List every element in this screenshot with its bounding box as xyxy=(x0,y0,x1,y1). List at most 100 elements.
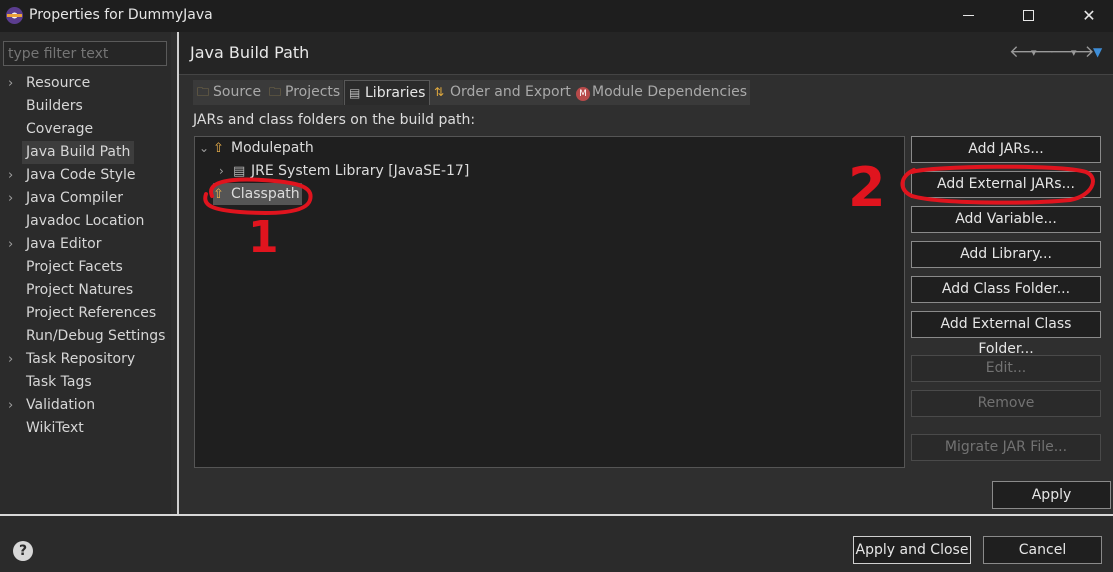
migrate-jar-button[interactable]: Migrate JAR File... xyxy=(911,434,1101,461)
view-menu-icon[interactable]: ▼ xyxy=(1093,45,1102,59)
chevron-right-icon[interactable]: › xyxy=(219,160,233,182)
apply-button[interactable]: Apply xyxy=(992,481,1111,509)
build-path-tree[interactable]: ⌄ ⇧ Modulepath › ▤ JRE System Library [JavaS… xyxy=(194,136,905,468)
help-icon[interactable]: ? xyxy=(13,541,33,561)
nav-item-label: Project References xyxy=(26,305,157,321)
tab-label: Order and Export xyxy=(450,84,571,100)
chevron-right-icon[interactable]: › xyxy=(8,164,20,187)
tree-node-label: Classpath xyxy=(231,186,300,202)
tree-node-jre-system-library[interactable]: › ▤ JRE System Library [JavaSE-17] xyxy=(219,160,469,182)
nav-item-label: WikiText xyxy=(26,420,84,436)
nav-item-label: Project Natures xyxy=(26,282,134,298)
nav-item-run-debug-settings[interactable]: Run/Debug Settings xyxy=(0,325,171,348)
navigation-pane: › Resource Builders Coverage Java Build Path… xyxy=(0,32,171,514)
nav-item-validation[interactable]: › Validation xyxy=(0,394,171,417)
chevron-down-icon[interactable]: ⌄ xyxy=(199,137,213,159)
tab-projects[interactable]: 🗀 Projects xyxy=(265,80,343,105)
nav-item-task-tags[interactable]: Task Tags xyxy=(0,371,171,394)
nav-item-java-compiler[interactable]: › Java Compiler xyxy=(0,187,171,210)
nav-item-label: Task Repository xyxy=(26,351,136,367)
chevron-right-icon[interactable]: › xyxy=(8,348,20,371)
chevron-right-icon[interactable]: › xyxy=(8,233,20,256)
nav-item-label: Run/Debug Settings xyxy=(26,328,166,344)
nav-item-label: Java Build Path xyxy=(22,141,135,164)
nav-item-label: Task Tags xyxy=(26,374,92,390)
tab-label: Module Dependencies xyxy=(592,84,747,100)
add-variable-button[interactable]: Add Variable... xyxy=(911,206,1101,233)
nav-item-label: Java Compiler xyxy=(26,190,124,206)
tab-source[interactable]: 🗀 Source xyxy=(193,80,265,105)
library-icon: ▤ xyxy=(233,164,246,179)
close-icon: ✕ xyxy=(1082,6,1096,25)
nav-item-coverage[interactable]: Coverage xyxy=(0,118,171,141)
page-title: Java Build Path xyxy=(190,43,310,62)
apply-and-close-button[interactable]: Apply and Close xyxy=(853,536,971,564)
chevron-right-icon[interactable]: › xyxy=(8,72,20,95)
nav-item-label: Java Code Style xyxy=(26,167,136,183)
section-label: JARs and class folders on the build path… xyxy=(193,112,476,128)
tab-module-dependencies[interactable]: M Module Dependencies xyxy=(572,80,750,105)
tab-bar: 🗀 Source 🗀 Projects ▤ Libraries ⇅ Order and … xyxy=(193,80,1113,105)
modulepath-icon: ⇧ xyxy=(213,141,224,156)
source-folder-icon: 🗀 xyxy=(197,85,210,99)
classpath-icon: ⇧ xyxy=(213,187,224,202)
maximize-button[interactable] xyxy=(1006,0,1052,32)
dialog-footer: ? Apply and Close Cancel xyxy=(0,516,1113,572)
back-dropdown-icon[interactable]: ▾ xyxy=(1031,46,1037,59)
tree-node-classpath[interactable]: ⇧ Classpath xyxy=(213,183,302,205)
tab-label: Source xyxy=(213,84,262,100)
navigation-list: › Resource Builders Coverage Java Build Path… xyxy=(0,72,171,440)
projects-folder-icon: 🗀 xyxy=(269,85,282,99)
history-navigation: 🡐 ▾ 🡒 ▾ ▼ xyxy=(1009,42,1109,62)
nav-item-label: Resource xyxy=(26,75,91,91)
chevron-right-icon[interactable]: › xyxy=(8,187,20,210)
title-bar: Properties for DummyJava ✕ xyxy=(0,0,1113,32)
add-external-jars-button[interactable]: Add External JARs... xyxy=(911,171,1101,198)
maximize-icon xyxy=(1023,10,1034,21)
nav-item-task-repository[interactable]: › Task Repository xyxy=(0,348,171,371)
tab-libraries[interactable]: ▤ Libraries xyxy=(344,80,430,105)
eclipse-logo-icon xyxy=(6,7,23,24)
minimize-button[interactable] xyxy=(946,0,992,32)
nav-item-label: Coverage xyxy=(26,121,94,137)
order-arrows-icon: ⇅ xyxy=(434,85,445,99)
edit-button[interactable]: Edit... xyxy=(911,355,1101,382)
nav-item-label: Validation xyxy=(26,397,96,413)
filter-input[interactable] xyxy=(3,41,167,66)
nav-item-java-build-path[interactable]: Java Build Path xyxy=(0,141,171,164)
tab-order-and-export[interactable]: ⇅ Order and Export xyxy=(430,80,572,105)
header-separator xyxy=(179,74,1113,75)
nav-item-wikitext[interactable]: WikiText xyxy=(0,417,171,440)
nav-item-project-facets[interactable]: Project Facets xyxy=(0,256,171,279)
nav-item-builders[interactable]: Builders xyxy=(0,95,171,118)
module-icon: M xyxy=(576,87,590,101)
remove-button[interactable]: Remove xyxy=(911,390,1101,417)
page-header: Java Build Path 🡐 ▾ 🡒 ▾ ▼ xyxy=(179,32,1113,74)
library-book-icon: ▤ xyxy=(349,86,361,100)
cancel-button[interactable]: Cancel xyxy=(983,536,1102,564)
nav-item-label: Project Facets xyxy=(26,259,123,275)
nav-item-resource[interactable]: › Resource xyxy=(0,72,171,95)
tree-node-modulepath[interactable]: ⌄ ⇧ Modulepath xyxy=(199,137,314,159)
forward-dropdown-icon[interactable]: ▾ xyxy=(1071,46,1077,59)
nav-item-project-references[interactable]: Project References xyxy=(0,302,171,325)
add-class-folder-button[interactable]: Add Class Folder... xyxy=(911,276,1101,303)
nav-item-java-code-style[interactable]: › Java Code Style xyxy=(0,164,171,187)
tree-node-label: JRE System Library [JavaSE-17] xyxy=(251,163,470,179)
window-title: Properties for DummyJava xyxy=(29,7,213,23)
nav-item-project-natures[interactable]: Project Natures xyxy=(0,279,171,302)
chevron-right-icon[interactable]: › xyxy=(8,394,20,417)
nav-item-label: Java Editor xyxy=(26,236,102,252)
properties-page: Java Build Path 🡐 ▾ 🡒 ▾ ▼ 🗀 Source 🗀 Proje… xyxy=(179,32,1113,514)
add-jars-button[interactable]: Add JARs... xyxy=(911,136,1101,163)
add-library-button[interactable]: Add Library... xyxy=(911,241,1101,268)
nav-item-label: Builders xyxy=(26,98,83,114)
nav-item-javadoc-location[interactable]: Javadoc Location xyxy=(0,210,171,233)
tab-label: Libraries xyxy=(365,85,426,101)
close-button[interactable]: ✕ xyxy=(1066,0,1112,32)
tree-node-label: Modulepath xyxy=(231,140,314,156)
nav-item-java-editor[interactable]: › Java Editor xyxy=(0,233,171,256)
nav-item-label: Javadoc Location xyxy=(26,213,145,229)
add-external-class-folder-button[interactable]: Add External Class Folder... xyxy=(911,311,1101,357)
tab-label: Projects xyxy=(285,84,341,100)
